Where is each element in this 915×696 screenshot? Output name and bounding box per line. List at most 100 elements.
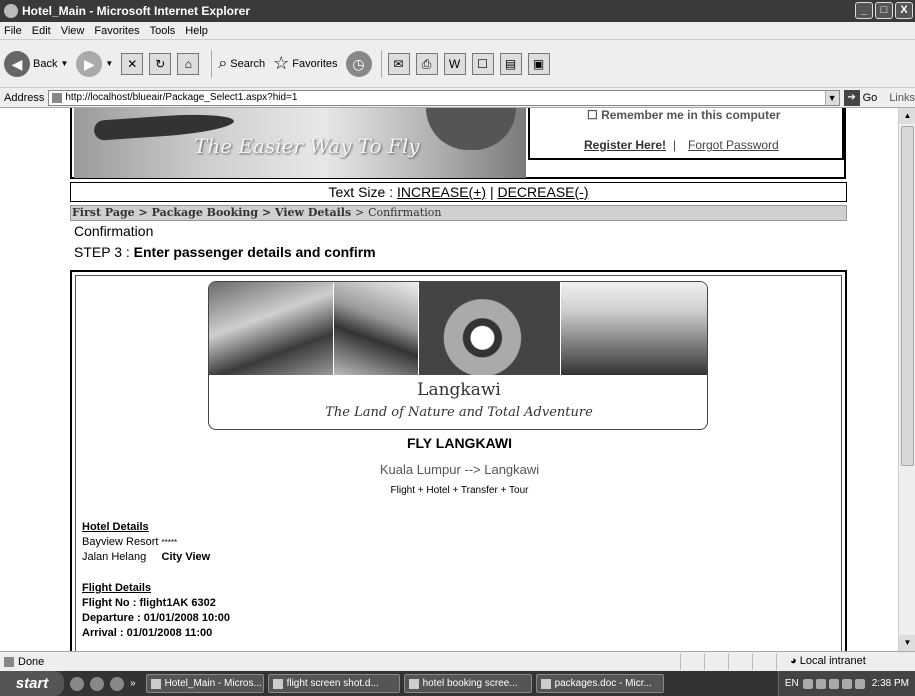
quick-launch-more-icon[interactable]: » [130,678,136,689]
breadcrumb-view-details[interactable]: View Details [275,206,351,219]
breadcrumb-first-page[interactable]: First Page [72,206,135,219]
tray-volume-icon[interactable] [828,678,839,689]
destination-name: Langkawi [417,380,501,400]
quick-launch-media-icon[interactable] [90,676,104,691]
task-packages-doc[interactable]: packages.doc - Micr... [535,674,664,693]
package-name: FLY LANGKAWI [406,435,512,451]
flight-number-label: Flight No : [82,597,137,609]
hotel-room-view: City View [161,551,211,563]
hotel-name: Bayview Resort [82,536,159,548]
search-button[interactable]: ⌕ Search [218,55,265,73]
step-text: Enter passenger details and confirm [133,244,376,260]
arrival-time: 01/01/2008 11:00 [126,627,213,639]
breadcrumb-package-booking[interactable]: Package Booking [152,206,259,219]
increase-text-link[interactable]: INCREASE(+) [397,184,486,200]
forward-dropdown-icon[interactable]: ▼ [105,59,113,68]
menu-tools[interactable]: Tools [150,25,176,37]
login-panel: ☐ Remember me in this computer Register … [528,108,844,160]
tray-monitor-icon[interactable] [854,678,865,689]
menu-favorites[interactable]: Favorites [94,25,139,37]
package-route: Kuala Lumpur --> Langkawi [379,462,540,477]
confirmation-content: Langkawi The Land of Nature and Total Ad… [75,275,842,651]
menu-edit[interactable]: Edit [32,25,51,37]
clock[interactable]: 2:38 PM [872,678,909,689]
address-url: http://localhost/blueair/Package_Select1… [65,92,298,103]
menu-help[interactable]: Help [185,25,208,37]
task-hotel-doc[interactable]: hotel booking scree... [403,674,532,693]
messenger-icon[interactable]: ▣ [527,52,550,75]
history-icon[interactable]: ◷ [345,50,372,77]
scroll-up-icon[interactable]: ▲ [899,108,915,124]
star-icon: ☆ [273,53,290,73]
start-button[interactable]: start [0,671,64,696]
refresh-icon[interactable]: ↻ [149,52,172,75]
package-inclusions: Flight + Hotel + Transfer + Tour [390,485,529,496]
breadcrumb-separator: > [355,206,365,219]
task-label: Hotel_Main - Micros... [164,678,262,689]
back-dropdown-icon[interactable]: ▼ [60,59,68,68]
step-heading: STEP 3 : Enter passenger details and con… [74,244,376,260]
window-title-bar[interactable]: Hotel_Main - Microsoft Internet Explorer… [0,0,915,22]
close-button[interactable]: X [895,2,913,19]
task-flight-doc[interactable]: flight screen shot.d... [267,674,400,693]
remember-me-checkbox[interactable]: ☐ Remember me in this computer [587,108,780,122]
site-header: The Easier Way To Fly ☐ Remember me in t… [70,108,846,179]
discuss-icon[interactable]: ☐ [471,52,494,75]
hotel-name-line: Bayview Resort ***** [82,535,210,550]
tray-arrow-icon[interactable] [802,678,813,689]
departure-label: Departure : [82,612,141,624]
home-icon[interactable]: ⌂ [177,52,200,75]
scroll-thumb[interactable] [901,126,914,466]
links-button[interactable]: Links [889,92,915,104]
breadcrumb-separator: > [261,206,272,219]
scroll-down-icon[interactable]: ▼ [899,635,915,651]
breadcrumb-separator: > [138,206,148,219]
quick-launch-ie-icon[interactable] [70,676,84,691]
status-bar: Done ◕ Local intranet [0,651,915,671]
word-icon [272,678,283,689]
tray-network-icon[interactable] [815,678,826,689]
hotel-address-line: Jalan Helang City View [82,550,210,565]
edit-word-icon[interactable]: W [443,52,466,75]
breadcrumb: First Page > Package Booking > View Deta… [70,205,847,221]
breadcrumb-current: Confirmation [368,206,442,219]
stop-icon[interactable]: ✕ [121,52,144,75]
research-icon[interactable]: ▤ [499,52,522,75]
register-link[interactable]: Register Here! [584,138,666,152]
language-indicator[interactable]: EN [785,678,799,689]
back-button[interactable]: ◀ Back ▼ [4,50,68,77]
hotel-stars: ***** [161,538,178,547]
taskbar: start » Hotel_Main - Micros... flight sc… [0,671,915,696]
task-hotel-main[interactable]: Hotel_Main - Micros... [145,674,264,693]
person-image [426,108,516,150]
maximize-button[interactable]: □ [875,2,893,19]
system-tray: EN 2:38 PM [777,671,915,696]
forward-arrow-icon: ▶ [76,50,103,77]
decrease-text-link[interactable]: DECREASE(-) [497,184,588,200]
page-icon [52,92,63,103]
menu-bar: File Edit View Favorites Tools Help [0,22,915,40]
vertical-scrollbar[interactable]: ▲ ▼ [898,108,915,651]
page-icon [4,656,14,667]
arrival-label: Arrival : [82,627,124,639]
menu-view[interactable]: View [61,25,85,37]
print-icon[interactable]: ⎙ [415,52,438,75]
word-icon [408,678,419,689]
menu-file[interactable]: File [4,25,22,37]
address-dropdown-icon[interactable]: ▼ [824,90,839,105]
hotel-details-heading: Hotel Details [82,521,149,533]
status-divider [752,654,753,670]
ie-icon [4,4,18,18]
minimize-button[interactable]: _ [855,2,873,19]
quick-launch-explorer-icon[interactable] [110,676,124,691]
favorites-button[interactable]: ☆ Favorites [273,53,337,74]
address-input[interactable]: http://localhost/blueair/Package_Select1… [48,89,840,106]
mail-icon[interactable]: ✉ [387,52,410,75]
search-label: Search [230,57,266,70]
go-button[interactable]: ➔ Go [843,89,877,106]
address-bar: Address http://localhost/blueair/Package… [0,88,915,108]
tray-security-icon[interactable] [841,678,852,689]
forward-button[interactable]: ▶ ▼ [76,50,113,77]
forgot-password-link[interactable]: Forgot Password [688,138,779,152]
destination-banner: Langkawi The Land of Nature and Total Ad… [208,281,708,430]
